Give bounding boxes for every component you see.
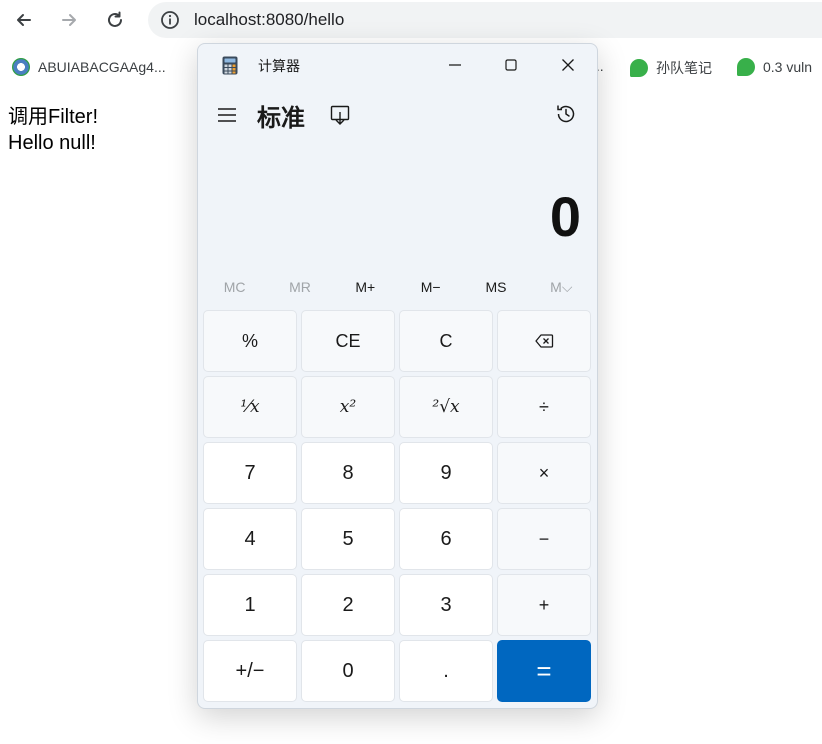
arrow-left-icon (17, 14, 31, 26)
memory-store-button[interactable]: MS (463, 270, 528, 304)
window-titlebar[interactable]: 计算器 (198, 44, 597, 86)
digit-0-button[interactable]: 0 (301, 640, 395, 702)
equals-button[interactable]: = (497, 640, 591, 702)
maximize-icon (505, 59, 517, 71)
square-root-button[interactable]: ²√x (399, 376, 493, 438)
backspace-button[interactable] (497, 310, 591, 372)
history-icon[interactable] (554, 102, 578, 126)
memory-clear-button[interactable]: MC (202, 270, 267, 304)
backspace-icon (535, 334, 554, 348)
percent-button[interactable]: % (203, 310, 297, 372)
keypad: % CE C ¹⁄x x² ²√x ÷ 7 8 9 × 4 5 6 − 1 2 … (203, 310, 593, 702)
digit-3-button[interactable]: 3 (399, 574, 493, 636)
digit-2-button[interactable]: 2 (301, 574, 395, 636)
leaf-icon (737, 58, 755, 76)
memory-recall-button[interactable]: MR (267, 270, 332, 304)
bookmark-favicon-icon (12, 58, 30, 76)
bookmark-item[interactable]: ABUIABACGAAg4... (12, 58, 166, 76)
bookmark-item[interactable]: 孙队笔记 (630, 58, 712, 78)
maximize-button[interactable] (488, 49, 534, 81)
clear-button[interactable]: C (399, 310, 493, 372)
bookmark-label: ABUIABACGAAg4... (38, 59, 166, 75)
page-line: 调用Filter! (8, 106, 98, 128)
add-button[interactable]: + (497, 574, 591, 636)
address-bar[interactable]: localhost:8080/hello (148, 2, 822, 38)
digit-1-button[interactable]: 1 (203, 574, 297, 636)
digit-9-button[interactable]: 9 (399, 442, 493, 504)
close-button[interactable] (545, 49, 591, 81)
decimal-button[interactable]: . (399, 640, 493, 702)
address-url[interactable]: localhost:8080/hello (194, 10, 344, 30)
keep-on-top-icon[interactable] (329, 104, 351, 126)
calculator-window: 计算器 标准 0 MC MR M+ M− MS M⌵ % CE C ¹⁄x x² (197, 43, 598, 709)
reciprocal-button[interactable]: ¹⁄x (203, 376, 297, 438)
page-line: Hello null! (8, 132, 96, 154)
calculator-header: 标准 (198, 94, 597, 138)
digit-4-button[interactable]: 4 (203, 508, 297, 570)
divide-button[interactable]: ÷ (497, 376, 591, 438)
multiply-button[interactable]: × (497, 442, 591, 504)
window-title: 计算器 (258, 59, 300, 75)
hamburger-menu-icon[interactable] (216, 104, 238, 126)
arrow-right-icon (62, 14, 76, 26)
reload-button[interactable] (101, 6, 129, 34)
bookmark-label: 孙队笔记 (656, 60, 712, 76)
memory-row: MC MR M+ M− MS M⌵ (202, 270, 594, 304)
page-content: 调用Filter! Hello null! (8, 104, 98, 156)
memory-add-button[interactable]: M+ (333, 270, 398, 304)
minimize-icon (449, 64, 461, 66)
bookmark-item[interactable]: 0.3 vuln (737, 58, 812, 76)
result-display: 0 (549, 185, 581, 248)
digit-5-button[interactable]: 5 (301, 508, 395, 570)
back-button[interactable] (10, 6, 38, 34)
digit-8-button[interactable]: 8 (301, 442, 395, 504)
browser-toolbar: localhost:8080/hello (0, 0, 822, 40)
calculator-app-icon (222, 56, 238, 75)
leaf-icon (630, 59, 648, 77)
memory-subtract-button[interactable]: M− (398, 270, 463, 304)
clear-entry-button[interactable]: CE (301, 310, 395, 372)
reload-icon (108, 11, 122, 27)
minimize-button[interactable] (432, 49, 478, 81)
bookmark-label: 0.3 vuln (763, 59, 813, 75)
forward-button[interactable] (55, 6, 83, 34)
memory-list-button[interactable]: M⌵ (529, 270, 594, 304)
mode-title: 标准 (257, 104, 305, 132)
negate-button[interactable]: +/− (203, 640, 297, 702)
close-icon (562, 59, 574, 71)
square-button[interactable]: x² (301, 376, 395, 438)
subtract-button[interactable]: − (497, 508, 591, 570)
digit-7-button[interactable]: 7 (203, 442, 297, 504)
digit-6-button[interactable]: 6 (399, 508, 493, 570)
info-icon[interactable] (160, 10, 180, 30)
